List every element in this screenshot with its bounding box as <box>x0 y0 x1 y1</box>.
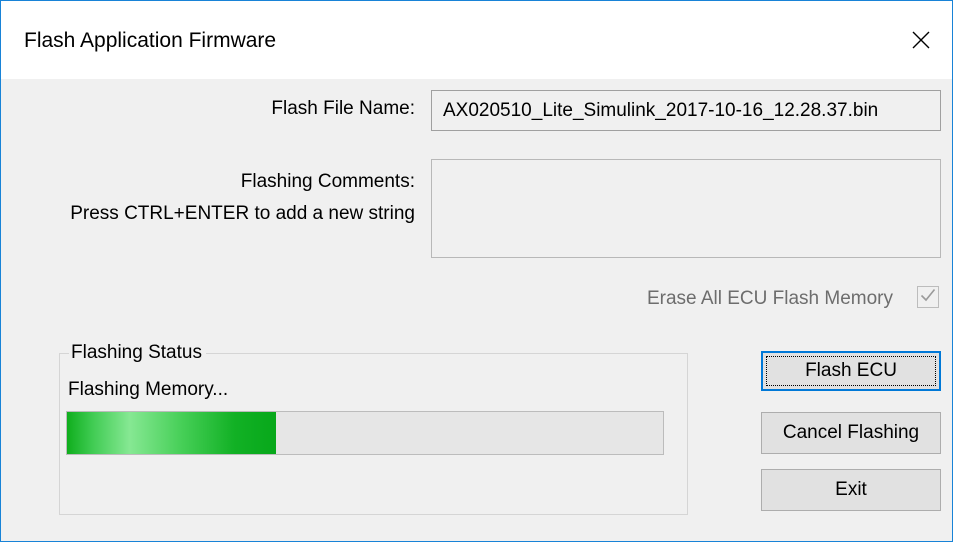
cancel-flashing-button-label: Cancel Flashing <box>782 422 920 443</box>
erase-flash-memory-label: Erase All ECU Flash Memory <box>646 288 893 309</box>
window-title: Flash Application Firmware <box>24 29 277 52</box>
progress-bar-fill <box>67 412 276 454</box>
flashing-progress-bar <box>66 411 664 455</box>
flash-file-name-field[interactable]: AX020510_Lite_Simulink_2017-10-16_12.28.… <box>431 90 941 131</box>
flash-ecu-button[interactable]: Flash ECU <box>761 351 941 391</box>
flashing-comments-label: Flashing Comments: <box>240 171 415 192</box>
exit-button-label: Exit <box>835 479 867 500</box>
erase-flash-memory-checkbox[interactable] <box>917 286 939 308</box>
ctrl-enter-hint-label: Press CTRL+ENTER to add a new string <box>70 203 415 224</box>
flashing-status-text: Flashing Memory... <box>68 379 229 400</box>
flash-ecu-button-label: Flash ECU <box>805 360 897 381</box>
title-bar[interactable]: Flash Application Firmware <box>1 1 952 79</box>
flashing-comments-field[interactable] <box>431 159 941 258</box>
flashing-status-title: Flashing Status <box>69 342 206 364</box>
close-button[interactable] <box>890 1 952 79</box>
cancel-flashing-button[interactable]: Cancel Flashing <box>761 412 941 454</box>
exit-button[interactable]: Exit <box>761 469 941 511</box>
checkmark-icon <box>920 288 936 307</box>
close-icon <box>912 31 930 49</box>
flash-dialog-window: Flash Application Firmware Flash File Na… <box>0 0 953 542</box>
flash-file-name-label: Flash File Name: <box>271 98 415 119</box>
